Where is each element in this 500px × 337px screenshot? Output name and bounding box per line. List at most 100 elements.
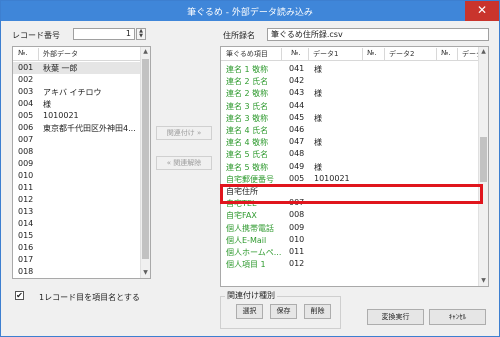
- table-row[interactable]: 連名 3 敬称 045 様: [221, 112, 478, 124]
- table-row[interactable]: 個人E-Mail 010: [221, 234, 478, 246]
- table-row[interactable]: 016: [13, 242, 140, 254]
- row-item: 個人E-Mail: [226, 235, 267, 245]
- row-no: 045: [289, 112, 305, 122]
- window-title: 筆ぐるめ - 外部データ読み込み: [187, 8, 313, 18]
- dialog-window: 筆ぐるめ - 外部データ読み込み ✕ レコード番号 1 ▲ ▼ 住所録名 筆ぐる…: [0, 0, 500, 337]
- fudegurume-item-list[interactable]: 筆ぐるめ項目 №. データ1 №. データ2 №. データ 連名 1 敬称 041…: [220, 46, 489, 287]
- table-row[interactable]: 013: [13, 206, 140, 218]
- row-no: 011: [289, 247, 305, 256]
- row-no: 011: [18, 183, 34, 192]
- execute-conversion-button[interactable]: 変換実行: [367, 309, 424, 325]
- first-record-header-checkbox[interactable]: ✔: [15, 291, 24, 300]
- table-row[interactable]: 個人ホームペ... 011: [221, 246, 478, 258]
- table-row[interactable]: 011: [13, 182, 140, 194]
- table-row[interactable]: 012: [13, 194, 140, 206]
- table-row[interactable]: 007: [13, 134, 140, 146]
- scroll-up-icon[interactable]: ▲: [141, 47, 150, 57]
- table-row[interactable]: 連名 5 敬称 049 様: [221, 161, 478, 173]
- left-scrollbar[interactable]: ▲ ▼: [140, 47, 150, 278]
- record-number-label: レコード番号: [12, 31, 60, 40]
- right-scrollbar[interactable]: ▲ ▼: [478, 47, 488, 286]
- close-button[interactable]: ✕: [465, 1, 499, 21]
- row-data1: 様: [314, 65, 322, 74]
- table-row[interactable]: 001 秋葉 一郎: [13, 62, 140, 74]
- row-no: 047: [289, 137, 305, 147]
- table-row[interactable]: 連名 2 氏名 042: [221, 75, 478, 87]
- row-no: 046: [289, 125, 305, 134]
- row-data1: 様: [314, 89, 322, 99]
- external-data-list[interactable]: №. 外部データ 001 秋葉 一郎 002 003 アキバ イチロウ 004 様 005 10…: [12, 46, 151, 279]
- row-no: 003: [18, 87, 34, 96]
- row-external-data: 1010021: [43, 111, 79, 120]
- external-data-header: №. 外部データ: [13, 47, 140, 61]
- row-no: 001: [18, 63, 34, 72]
- row-external-data: 秋葉 一郎: [43, 64, 78, 73]
- table-row[interactable]: 自宅FAX 008: [221, 209, 478, 221]
- row-external-data: 東京都千代田区外神田4...: [43, 124, 136, 133]
- highlight-frame: [220, 184, 483, 204]
- row-no: 004: [18, 99, 34, 108]
- right-scroll-thumb[interactable]: [480, 137, 487, 182]
- table-row[interactable]: 個人携帯電話 009: [221, 222, 478, 234]
- table-row[interactable]: 009: [13, 158, 140, 170]
- row-no: 009: [18, 159, 34, 168]
- left-scroll-thumb[interactable]: [142, 59, 149, 259]
- table-row[interactable]: 連名 1 敬称 041 様: [221, 63, 478, 75]
- table-row[interactable]: 018: [13, 266, 140, 278]
- scroll-down-icon[interactable]: ▼: [141, 268, 150, 278]
- table-row[interactable]: 003 アキバ イチロウ: [13, 86, 140, 98]
- link-button[interactable]: 関連付け »: [156, 126, 212, 140]
- row-item: 連名 4 敬称: [226, 138, 269, 148]
- row-no: 010: [289, 234, 305, 244]
- row-data1: 様: [314, 162, 322, 172]
- row-no: 016: [18, 243, 34, 252]
- record-number-input[interactable]: 1: [73, 28, 135, 40]
- row-no: 015: [18, 231, 34, 240]
- address-book-field[interactable]: 筆ぐるめ住所録.csv: [267, 28, 489, 41]
- record-number-spinner[interactable]: ▲ ▼: [136, 28, 146, 40]
- col-no3-header: №.: [441, 49, 451, 57]
- table-row[interactable]: 自宅郵便番号 005 1010021: [221, 173, 478, 185]
- table-row[interactable]: 008: [13, 146, 140, 158]
- table-row[interactable]: 連名 4 敬称 047 様: [221, 136, 478, 148]
- table-row[interactable]: 014: [13, 218, 140, 230]
- row-item: 連名 4 氏名: [226, 126, 269, 135]
- col-no1-header: №.: [291, 49, 301, 57]
- row-item: 連名 1 敬称: [226, 65, 269, 74]
- spin-down-icon[interactable]: ▼: [137, 34, 145, 39]
- row-item: 連名 3 氏名: [226, 101, 269, 111]
- scroll-up-icon[interactable]: ▲: [479, 47, 488, 57]
- row-no: 012: [18, 195, 34, 204]
- col-no-header: №.: [18, 49, 28, 57]
- table-row[interactable]: 連名 3 氏名 044: [221, 100, 478, 112]
- table-row[interactable]: 017: [13, 254, 140, 266]
- row-external-data: 様: [43, 100, 51, 109]
- row-no: 008: [289, 210, 305, 220]
- table-row[interactable]: 010: [13, 170, 140, 182]
- row-no: 006: [18, 123, 34, 132]
- table-row[interactable]: 個人項目 1 012: [221, 258, 478, 270]
- item-list-header: 筆ぐるめ項目 №. データ1 №. データ2 №. データ: [221, 47, 483, 61]
- table-row[interactable]: 015: [13, 230, 140, 242]
- save-button[interactable]: 保存: [270, 304, 297, 319]
- row-no: 017: [18, 255, 34, 264]
- row-data1: 様: [314, 138, 322, 148]
- table-row[interactable]: 連名 5 氏名 048: [221, 148, 478, 160]
- title-bar[interactable]: 筆ぐるめ - 外部データ読み込み ✕: [1, 1, 499, 21]
- row-no: 010: [18, 171, 34, 180]
- cancel-button[interactable]: ｷｬﾝｾﾙ: [429, 309, 486, 325]
- table-row[interactable]: 006 東京都千代田区外神田4...: [13, 122, 140, 134]
- table-row[interactable]: 002: [13, 74, 140, 86]
- row-no: 042: [289, 76, 305, 86]
- unlink-button[interactable]: « 関連解除: [156, 156, 212, 170]
- col-data1-header: データ1: [313, 50, 339, 58]
- table-row[interactable]: 連名 2 敬称 043 様: [221, 87, 478, 99]
- table-row[interactable]: 004 様: [13, 98, 140, 110]
- delete-button[interactable]: 削除: [304, 304, 331, 319]
- select-button[interactable]: 選択: [236, 304, 263, 319]
- table-row[interactable]: 連名 4 氏名 046: [221, 124, 478, 136]
- table-row[interactable]: 005 1010021: [13, 110, 140, 122]
- row-no: 013: [18, 207, 34, 216]
- row-item: 連名 2 氏名: [226, 77, 269, 87]
- scroll-down-icon[interactable]: ▼: [479, 276, 488, 286]
